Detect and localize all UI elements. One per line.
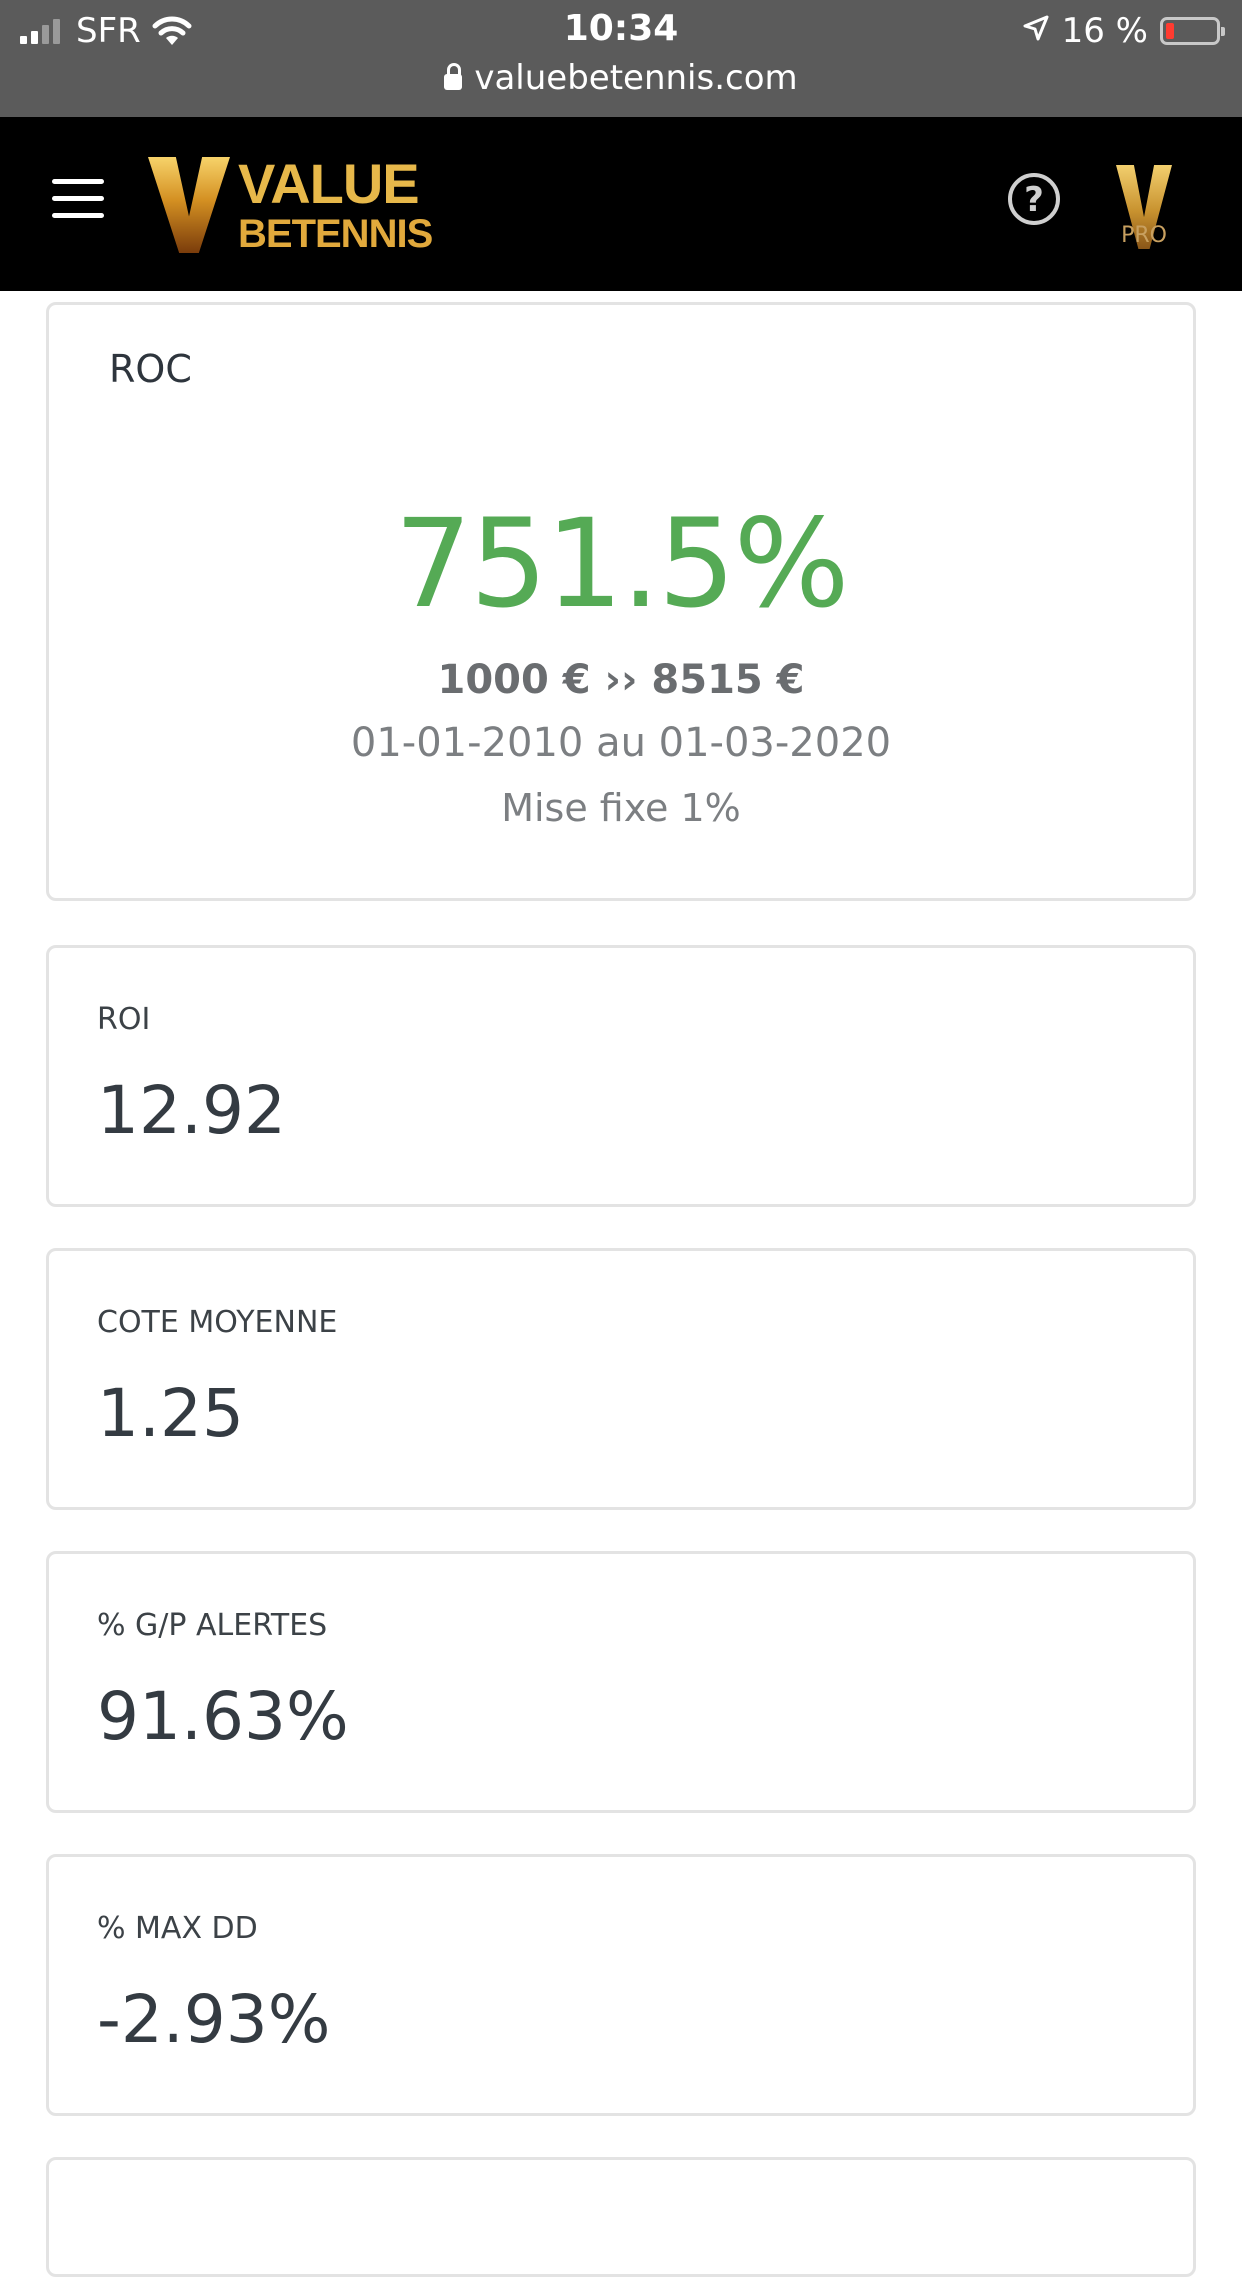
roc-stake: Mise fixe 1% <box>501 786 741 830</box>
stat-label: % G/P ALERTES <box>97 1608 328 1643</box>
pro-badge-icon[interactable]: PRO <box>1112 165 1176 251</box>
logo-line-2: BETENNIS <box>238 212 433 256</box>
address-bar[interactable]: valuebetennis.com <box>0 58 1242 98</box>
url-text: valuebetennis.com <box>474 58 798 98</box>
logo[interactable]: VALUE BETENNIS <box>148 152 433 257</box>
stat-label: ROI <box>97 1002 151 1037</box>
stat-value: 12.92 <box>97 1072 286 1149</box>
battery-icon <box>1160 17 1225 45</box>
lock-icon <box>444 63 463 90</box>
roc-card: ROC 751.5% 1000 € ›› 8515 € 01-01-2010 a… <box>46 302 1196 901</box>
logo-text: VALUE BETENNIS <box>238 152 433 256</box>
stat-value: 1.25 <box>97 1375 244 1452</box>
roc-amounts: 1000 € ›› 8515 € <box>437 657 805 703</box>
roc-period: 01-01-2010 au 01-03-2020 <box>350 720 892 766</box>
max-drawdown-card: % MAX DD -2.93% <box>46 1854 1196 2116</box>
app-header: VALUE BETENNIS ? PRO <box>0 117 1242 291</box>
average-odds-card: COTE MOYENNE 1.25 <box>46 1248 1196 1510</box>
stat-label: COTE MOYENNE <box>97 1305 338 1340</box>
menu-icon[interactable] <box>52 179 104 219</box>
roc-title: ROC <box>109 347 192 391</box>
stat-value: 91.63% <box>97 1678 349 1755</box>
pro-label: PRO <box>1121 223 1167 248</box>
next-card <box>46 2157 1196 2277</box>
roc-value: 751.5% <box>394 493 849 635</box>
roi-card: ROI 12.92 <box>46 945 1196 1207</box>
help-icon[interactable]: ? <box>1008 173 1060 225</box>
status-bar: SFR 10:34 16 % valuebetennis.com <box>0 0 1242 117</box>
status-right: 16 % <box>1022 10 1225 52</box>
location-arrow-icon <box>1022 11 1050 51</box>
logo-v-icon <box>148 157 230 253</box>
battery-percent: 16 % <box>1061 11 1148 51</box>
stat-value: -2.93% <box>97 1981 331 2058</box>
logo-line-1: VALUE <box>238 152 420 215</box>
stat-label: % MAX DD <box>97 1911 258 1946</box>
win-loss-alerts-card: % G/P ALERTES 91.63% <box>46 1551 1196 1813</box>
